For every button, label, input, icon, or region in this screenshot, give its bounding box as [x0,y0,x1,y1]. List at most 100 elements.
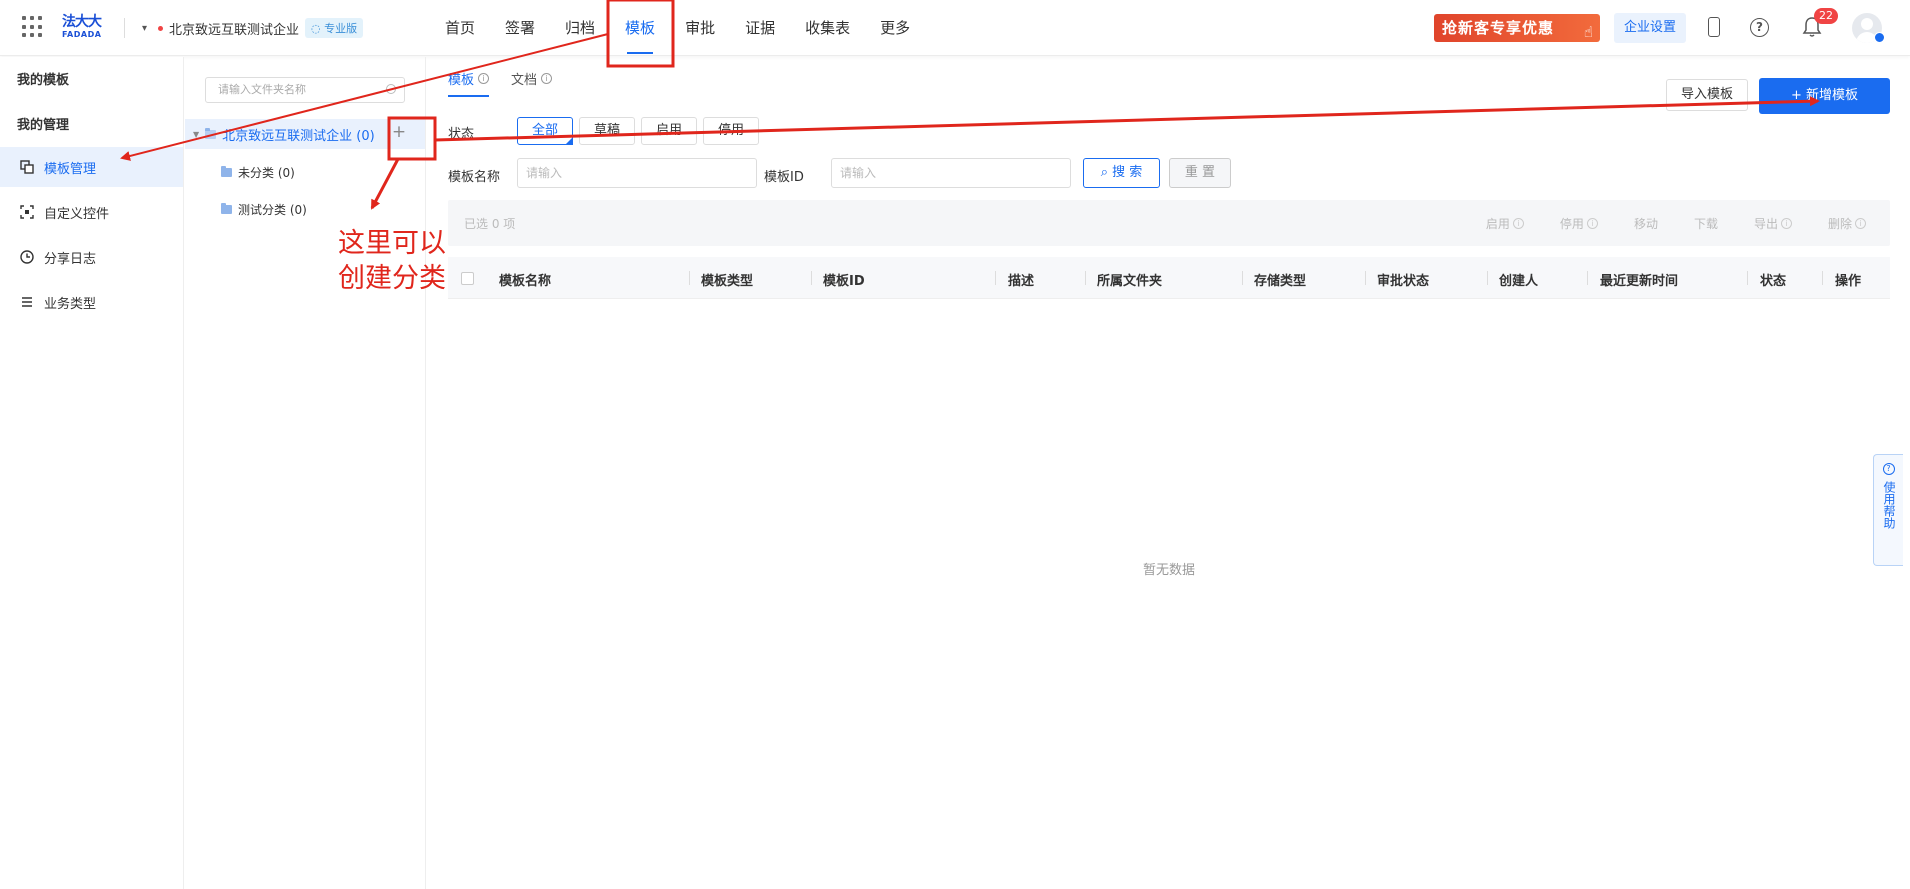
verified-icon [1874,32,1885,43]
folder-icon [221,165,232,177]
bulk-label: 删除 [1827,217,1852,231]
status-option-disabled[interactable]: 停用 [703,117,759,145]
column-divider [1242,271,1243,285]
logo-en: FADADA [62,30,102,39]
bulk-action-bar: 已选 0 项 启用 i 停用 i 移动 下载 导出 i 删除 i [448,200,1890,246]
bulk-move-button[interactable]: 移动 [1634,215,1658,232]
bulk-actions: 启用 i 停用 i 移动 下载 导出 i 删除 i [1450,215,1866,232]
sidebar-item-template-manage[interactable]: 模板管理 [0,147,183,187]
import-template-button[interactable]: 导入模板 [1666,79,1748,111]
nav-archive[interactable]: 归档 [550,0,610,56]
custom-control-icon [20,205,34,219]
folder-tree: 请输入文件夹名称 ▼ 北京致远互联测试企业 (0) + 未分类 (0) 测试分类… [185,57,426,889]
tab-label: 模板 [448,73,475,88]
plan-badge: ◌ 专业版 [305,18,364,38]
bulk-label: 移动 [1633,217,1658,231]
info-icon: i [1512,218,1524,229]
column-divider [1747,271,1748,285]
company-name: 北京致远互联测试企业 [169,22,300,38]
folder-search-input[interactable]: 请输入文件夹名称 [205,77,405,103]
bulk-label: 停用 [1559,217,1584,231]
mobile-icon[interactable] [1708,17,1720,37]
sidebar-item-label: 自定义控件 [44,206,110,222]
column-header: 最近更新时间 [1600,274,1679,289]
sidebar-item-share-log[interactable]: 分享日志 [0,237,183,277]
help-tab[interactable]: ? 使用帮助 [1873,454,1903,566]
column-divider [1822,271,1823,285]
main-nav: 首页 签署 归档 模板 审批 证据 收集表 更多 [430,0,925,56]
annotation-line: 这里可以 [338,228,446,259]
divider [124,18,125,38]
bulk-delete-button[interactable]: 删除 i [1828,215,1866,232]
info-icon: i [1855,218,1866,229]
folder-search-placeholder: 请输入文件夹名称 [218,83,306,96]
promo-banner[interactable]: 抢新客专享优惠 ☝ [1434,14,1600,42]
select-all-checkbox[interactable] [461,272,474,285]
nav-evidence[interactable]: 证据 [730,0,790,56]
column-header: 存储类型 [1254,274,1307,289]
column-divider [811,271,812,285]
column-header: 操作 [1835,274,1862,289]
pointer-hand-icon: ☝ [1583,23,1594,41]
caret-down-icon[interactable]: ▼ [193,130,199,139]
logo[interactable]: 法大大 FADADA [62,14,110,42]
tree-root-folder[interactable]: ▼ 北京致远互联测试企业 (0) [185,119,425,149]
sidebar-group-my-management[interactable]: 我的管理 [17,114,69,133]
nav-template[interactable]: 模板 [610,0,670,56]
apps-grid-icon[interactable] [22,16,44,38]
company-switcher[interactable]: ▾ 北京致远互联测试企业 ◌ 专业版 [142,16,364,40]
search-button[interactable]: ⌕ 搜 索 [1083,158,1160,188]
sidebar-group-my-templates[interactable]: 我的模板 [17,69,69,88]
help-tab-label: 使用帮助 [1882,481,1896,529]
bulk-enable-button[interactable]: 启用 i [1486,215,1524,232]
new-template-button[interactable]: + 新增模板 [1759,78,1890,114]
template-manage-icon [20,160,34,174]
status-option-enabled[interactable]: 启用 [641,117,697,145]
sidebar-item-business-type[interactable]: 业务类型 [0,282,183,322]
reset-button[interactable]: 重 置 [1169,158,1231,188]
nav-sign[interactable]: 签署 [490,0,550,56]
tree-item-test-category[interactable]: 测试分类 (0) [221,197,307,221]
template-id-label: 模板ID [764,170,804,185]
tree-item-label: 未分类 (0) [238,165,295,180]
column-header: 创建人 [1499,274,1539,289]
add-folder-button[interactable]: + [390,124,408,142]
question-icon: ? [1882,463,1895,475]
template-id-input[interactable]: 请输入 [831,158,1071,188]
info-icon[interactable]: i [541,73,553,84]
promo-label: 抢新客专享优惠 [1442,19,1555,37]
column-divider [1365,271,1366,285]
info-icon[interactable]: i [478,73,490,84]
info-icon: i [1586,218,1598,229]
list-icon [22,297,32,307]
template-name-input[interactable]: 请输入 [517,158,757,188]
status-option-all[interactable]: 全部 [517,117,573,145]
nav-approval[interactable]: 审批 [670,0,730,56]
chevron-down-icon: ▾ [142,23,148,34]
tab-template[interactable]: 模板 i [448,69,490,97]
sidebar-item-custom-control[interactable]: 自定义控件 [0,192,183,232]
column-header: 审批状态 [1377,274,1430,289]
page: 法大大 FADADA ▾ 北京致远互联测试企业 ◌ 专业版 首页 签署 归档 模… [0,0,1910,889]
help-icon[interactable]: ? [1750,18,1769,37]
column-divider [1085,271,1086,285]
column-divider [1587,271,1588,285]
nav-more[interactable]: 更多 [865,0,925,56]
status-option-draft[interactable]: 草稿 [579,117,635,145]
bulk-download-button[interactable]: 下载 [1694,215,1718,232]
tab-label: 文档 [511,73,538,88]
nav-home[interactable]: 首页 [430,0,490,56]
tab-document[interactable]: 文档 i [511,69,553,97]
column-header: 所属文件夹 [1097,274,1163,289]
bulk-disable-button[interactable]: 停用 i [1560,215,1598,232]
plan-badge-label: 专业版 [324,22,358,35]
enterprise-settings-button[interactable]: 企业设置 [1614,13,1687,43]
tree-item-uncategorized[interactable]: 未分类 (0) [221,160,295,184]
column-header: 模板类型 [701,274,754,289]
column-header: 模板ID [823,274,865,289]
bulk-export-button[interactable]: 导出 i [1754,215,1792,232]
search-icon [386,84,396,94]
column-header: 描述 [1008,274,1035,289]
column-divider [995,271,996,285]
nav-collection-form[interactable]: 收集表 [790,0,865,56]
